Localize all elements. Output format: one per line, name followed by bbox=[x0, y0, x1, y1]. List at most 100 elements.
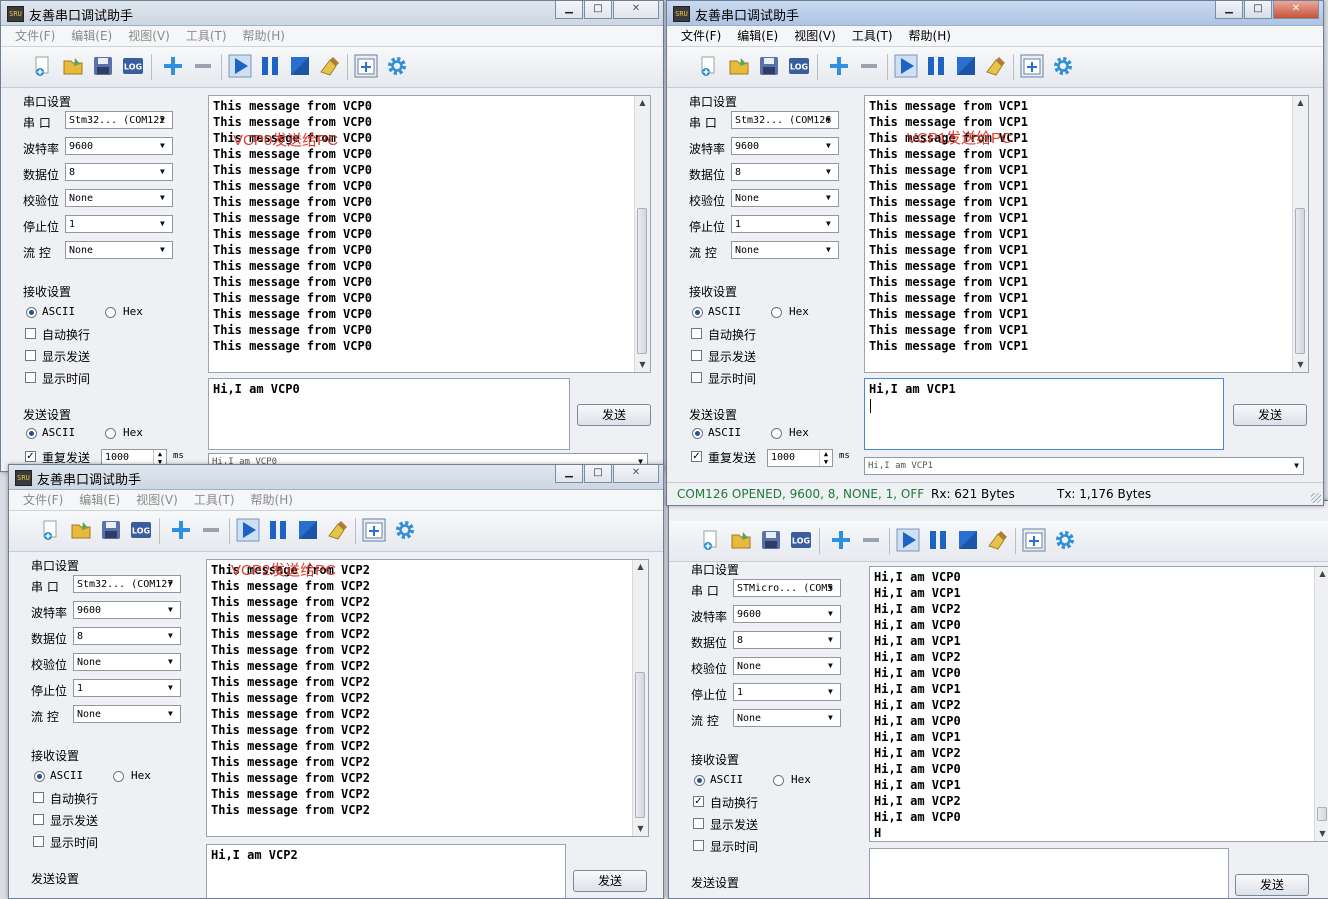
remove-button[interactable] bbox=[857, 54, 881, 78]
baud-select[interactable]: 9600 ▼ bbox=[733, 605, 841, 623]
add-button[interactable] bbox=[161, 54, 185, 78]
menu-item-4[interactable]: 帮助(H) bbox=[243, 26, 285, 46]
remove-button[interactable] bbox=[199, 518, 223, 542]
parity-select[interactable]: None ▼ bbox=[733, 657, 841, 675]
send-ascii-radio[interactable] bbox=[26, 428, 37, 439]
stop-button[interactable] bbox=[288, 54, 312, 78]
spinner-arrows-icon[interactable]: ▲ ▼ bbox=[819, 450, 832, 466]
new-button[interactable] bbox=[31, 54, 55, 78]
menu-item-1[interactable]: 编辑(E) bbox=[71, 26, 112, 46]
port-select[interactable]: STMicro... (COM5 ▼ bbox=[733, 579, 841, 597]
send-text-area[interactable]: Hi,I am VCP1 bbox=[864, 378, 1224, 450]
parity-select[interactable]: None ▼ bbox=[65, 189, 173, 207]
receive-scrollbar[interactable]: ▲ ▼ bbox=[632, 560, 648, 836]
receive-scrollbar[interactable]: ▲ ▼ bbox=[1292, 96, 1308, 372]
send-text-area[interactable] bbox=[869, 848, 1229, 898]
send-hex-radio[interactable] bbox=[771, 428, 782, 439]
save-button[interactable] bbox=[757, 54, 781, 78]
baud-select[interactable]: 9600 ▼ bbox=[65, 137, 173, 155]
add-button[interactable] bbox=[169, 518, 193, 542]
open-button[interactable] bbox=[727, 54, 751, 78]
pause-button[interactable] bbox=[266, 518, 290, 542]
recv-hex-radio[interactable] bbox=[113, 771, 124, 782]
recv-ascii-radio[interactable] bbox=[692, 307, 703, 318]
data-select[interactable]: 8 ▼ bbox=[731, 163, 839, 181]
port-select[interactable]: Stm32... (COM127 ▼ bbox=[73, 575, 181, 593]
menu-item-2[interactable]: 视图(V) bbox=[794, 26, 836, 46]
menu-item-3[interactable]: 工具(T) bbox=[852, 26, 893, 46]
send-history-select[interactable]: Hi,I am VCP1 ▼ bbox=[864, 457, 1304, 475]
menu-item-0[interactable]: 文件(F) bbox=[681, 26, 721, 46]
recv-ascii-radio[interactable] bbox=[34, 771, 45, 782]
app-window-w3[interactable]: LOG 串口设置串 口 STMicro... (COM5 ▼ 波特率 9600 ▼ 数据位 8 ▼… bbox=[668, 500, 1328, 899]
flow-select[interactable]: None ▼ bbox=[73, 705, 181, 723]
app-window-w0[interactable]: SRU 友善串口调试助手 ▁ □ ✕ 文件(F) 编辑(E) 视图(V) 工具(T) 帮助(H) L… bbox=[0, 0, 664, 472]
save-button[interactable] bbox=[99, 518, 123, 542]
menu-item-0[interactable]: 文件(F) bbox=[23, 490, 63, 510]
app-window-w2[interactable]: SRU 友善串口调试助手 ▁ □ ✕ 文件(F) 编辑(E) 视图(V) 工具(T) 帮助(H) L… bbox=[8, 464, 664, 899]
play-button[interactable] bbox=[896, 528, 920, 552]
port-select[interactable]: Stm32... (COM126 ▼ bbox=[731, 111, 839, 129]
send-button[interactable]: 发送 bbox=[573, 870, 647, 892]
log-button[interactable]: LOG bbox=[121, 54, 145, 78]
minimize-button[interactable]: ▁ bbox=[555, 465, 583, 483]
recv-ascii-radio[interactable] bbox=[26, 307, 37, 318]
receive-text-area[interactable]: This message from VCP2 This message from … bbox=[206, 559, 649, 837]
play-button[interactable] bbox=[228, 54, 252, 78]
menu-item-3[interactable]: 工具(T) bbox=[186, 26, 227, 46]
menu-item-2[interactable]: 视图(V) bbox=[128, 26, 170, 46]
scroll-thumb[interactable] bbox=[1317, 807, 1327, 821]
show-time-checkbox[interactable] bbox=[25, 372, 36, 383]
gear-button[interactable] bbox=[1051, 54, 1075, 78]
auto-wrap-checkbox[interactable] bbox=[33, 792, 44, 803]
scroll-thumb[interactable] bbox=[1295, 208, 1305, 354]
scroll-up-icon[interactable]: ▲ bbox=[1315, 567, 1328, 581]
scroll-up-icon[interactable]: ▲ bbox=[635, 96, 650, 110]
window-button[interactable] bbox=[1022, 528, 1046, 552]
add-button[interactable] bbox=[827, 54, 851, 78]
flow-select[interactable]: None ▼ bbox=[65, 241, 173, 259]
close-button[interactable]: ✕ bbox=[1273, 1, 1319, 19]
window-button[interactable] bbox=[362, 518, 386, 542]
open-button[interactable] bbox=[729, 528, 753, 552]
repeat-send-checkbox[interactable]: ✓ bbox=[25, 451, 36, 462]
title-bar[interactable]: SRU 友善串口调试助手 ▁ □ ✕ bbox=[9, 465, 663, 490]
show-time-checkbox[interactable] bbox=[691, 372, 702, 383]
show-send-checkbox[interactable] bbox=[33, 814, 44, 825]
scroll-up-icon[interactable]: ▲ bbox=[1293, 96, 1308, 110]
broom-button[interactable] bbox=[986, 528, 1010, 552]
log-button[interactable]: LOG bbox=[787, 54, 811, 78]
open-button[interactable] bbox=[69, 518, 93, 542]
send-button[interactable]: 发送 bbox=[1233, 404, 1307, 426]
show-send-checkbox[interactable] bbox=[25, 350, 36, 361]
repeat-interval-input[interactable]: 1000 ▲ ▼ bbox=[767, 449, 833, 467]
receive-text-area[interactable]: Hi,I am VCP0 Hi,I am VCP1 Hi,I am VCP2 Hi,I… bbox=[869, 566, 1328, 842]
menu-item-4[interactable]: 帮助(H) bbox=[909, 26, 951, 46]
show-time-checkbox[interactable] bbox=[693, 840, 704, 851]
send-ascii-radio[interactable] bbox=[692, 428, 703, 439]
save-button[interactable] bbox=[759, 528, 783, 552]
title-bar[interactable]: SRU 友善串口调试助手 ▁ □ ✕ bbox=[667, 1, 1323, 26]
remove-button[interactable] bbox=[859, 528, 883, 552]
menu-item-4[interactable]: 帮助(H) bbox=[251, 490, 293, 510]
parity-select[interactable]: None ▼ bbox=[731, 189, 839, 207]
log-button[interactable]: LOG bbox=[129, 518, 153, 542]
menu-item-1[interactable]: 编辑(E) bbox=[737, 26, 778, 46]
remove-button[interactable] bbox=[191, 54, 215, 78]
stop-button[interactable] bbox=[954, 54, 978, 78]
pause-button[interactable] bbox=[924, 54, 948, 78]
maximize-button[interactable]: □ bbox=[584, 1, 612, 19]
parity-select[interactable]: None ▼ bbox=[73, 653, 181, 671]
recv-hex-radio[interactable] bbox=[771, 307, 782, 318]
data-select[interactable]: 8 ▼ bbox=[73, 627, 181, 645]
scroll-thumb[interactable] bbox=[635, 672, 645, 818]
resize-grip[interactable] bbox=[1311, 493, 1321, 503]
baud-select[interactable]: 9600 ▼ bbox=[731, 137, 839, 155]
new-button[interactable] bbox=[699, 528, 723, 552]
show-send-checkbox[interactable] bbox=[691, 350, 702, 361]
show-time-checkbox[interactable] bbox=[33, 836, 44, 847]
menu-item-2[interactable]: 视图(V) bbox=[136, 490, 178, 510]
new-button[interactable] bbox=[697, 54, 721, 78]
window-button[interactable] bbox=[354, 54, 378, 78]
scroll-up-icon[interactable]: ▲ bbox=[633, 560, 648, 574]
